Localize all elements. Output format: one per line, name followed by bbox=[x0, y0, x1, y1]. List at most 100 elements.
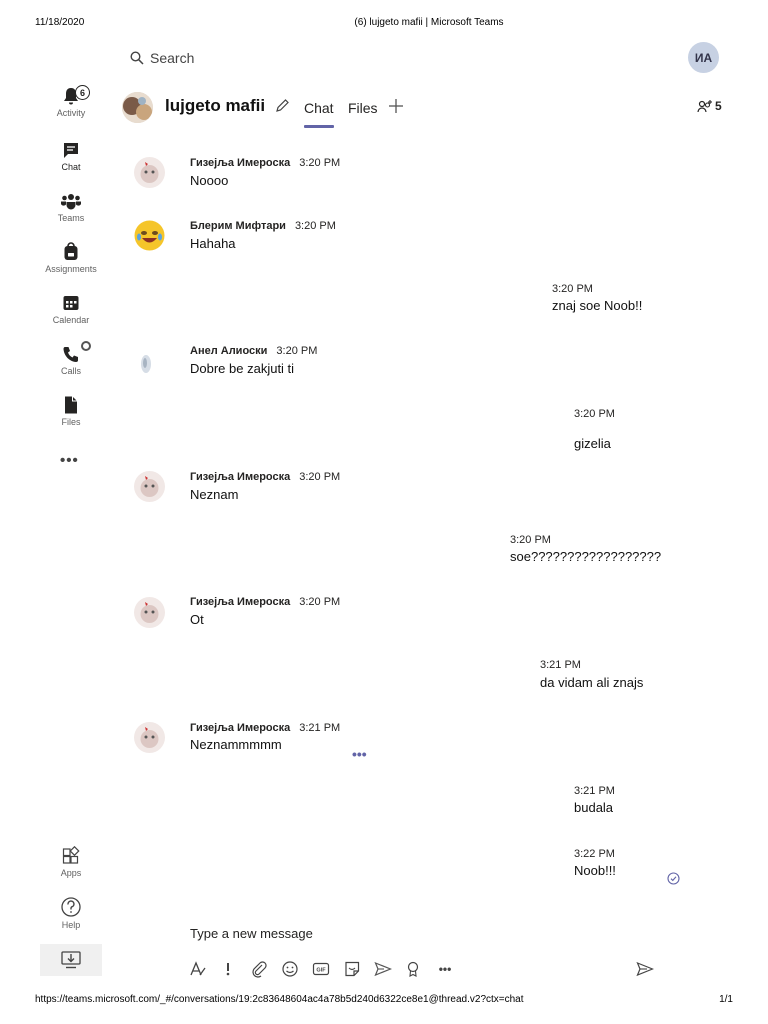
emoji-icon[interactable] bbox=[281, 960, 299, 978]
print-title: (6) lujgeto mafii | Microsoft Teams bbox=[354, 17, 504, 28]
help-icon bbox=[61, 897, 81, 917]
sender-avatar[interactable] bbox=[134, 346, 165, 377]
message-time: 3:20 PM bbox=[299, 471, 341, 483]
rail-item-download[interactable] bbox=[40, 944, 102, 976]
message-text: Hahaha bbox=[190, 236, 236, 251]
sender-avatar[interactable] bbox=[134, 471, 165, 502]
group-avatar bbox=[122, 92, 153, 123]
print-url: https://teams.microsoft.com/_#/conversat… bbox=[35, 994, 524, 1005]
presence-status-icon bbox=[81, 341, 91, 351]
file-icon bbox=[65, 396, 77, 414]
user-avatar[interactable]: ИА bbox=[688, 42, 719, 73]
rail-label-teams: Teams bbox=[57, 213, 85, 223]
sender-name: Анел Алиоски bbox=[190, 345, 268, 357]
sticker-icon[interactable] bbox=[343, 960, 361, 978]
message-time: 3:20 PM bbox=[294, 220, 336, 232]
message-meta: Гизејља Имероска 3:20 PM bbox=[190, 471, 340, 483]
search-input[interactable]: Search bbox=[150, 50, 194, 66]
send-icon[interactable] bbox=[636, 960, 654, 978]
teams-icon bbox=[61, 194, 81, 210]
message-text: Dobre be zakjuti ti bbox=[190, 361, 295, 376]
own-message-text: Noob!!! bbox=[574, 863, 616, 878]
message-time: 3:20 PM bbox=[276, 345, 318, 357]
sender-name: Гизејља Имероска bbox=[190, 471, 291, 483]
chat-icon bbox=[64, 143, 78, 158]
message-time: 3:20 PM bbox=[299, 596, 341, 608]
rail-item-apps[interactable]: Apps bbox=[40, 846, 102, 878]
schedule-meeting-icon[interactable] bbox=[374, 960, 392, 978]
message-input[interactable]: Type a new message bbox=[190, 926, 313, 941]
activity-badge: 6 bbox=[75, 85, 90, 100]
own-message-time: 3:20 PM bbox=[552, 283, 593, 295]
download-icon bbox=[61, 951, 81, 969]
sender-avatar[interactable] bbox=[134, 157, 165, 188]
rail-item-help[interactable]: Help bbox=[40, 896, 102, 930]
rail-item-calendar[interactable]: Calendar bbox=[40, 293, 102, 325]
attach-icon[interactable] bbox=[250, 960, 268, 978]
message-meta: Гизејља Имероска 3:20 PM bbox=[190, 596, 340, 608]
sender-avatar[interactable] bbox=[134, 722, 165, 753]
message-meta: Анел Алиоски 3:20 PM bbox=[190, 345, 317, 357]
own-message-time: 3:22 PM bbox=[574, 848, 615, 860]
message-meta: Блерим Мифтари 3:20 PM bbox=[190, 220, 336, 232]
own-message-time: 3:21 PM bbox=[574, 785, 615, 797]
rail-item-files[interactable]: Files bbox=[40, 395, 102, 427]
own-message-time: 3:20 PM bbox=[510, 534, 551, 546]
rail-label-assignments: Assignments bbox=[45, 264, 97, 274]
tab-chat[interactable]: Chat bbox=[304, 100, 334, 128]
print-footer: https://teams.microsoft.com/_#/conversat… bbox=[0, 994, 768, 1008]
message-time: 3:20 PM bbox=[299, 157, 341, 169]
message-text: Ot bbox=[190, 612, 204, 627]
sender-avatar[interactable] bbox=[134, 220, 165, 251]
message-time: 3:21 PM bbox=[299, 722, 341, 734]
rail-item-assignments[interactable]: Assignments bbox=[40, 242, 102, 274]
rail-item-chat[interactable]: Chat bbox=[40, 140, 102, 172]
more-options-icon[interactable]: ••• bbox=[436, 960, 454, 978]
print-page-number: 1/1 bbox=[719, 994, 733, 1005]
rail-label-help: Help bbox=[61, 920, 81, 930]
important-icon[interactable] bbox=[219, 960, 237, 978]
rail-label-calls: Calls bbox=[60, 366, 81, 376]
format-icon[interactable] bbox=[189, 960, 207, 978]
participants-button[interactable]: 5 bbox=[697, 99, 722, 113]
rail-label-activity: Activity bbox=[56, 108, 86, 118]
rail-item-teams[interactable]: Teams bbox=[40, 191, 102, 223]
own-message-text: soe?????????????????? bbox=[510, 549, 662, 564]
own-message-text: da vidam ali znajs bbox=[540, 675, 644, 690]
own-message-text: znaj soe Noob!! bbox=[552, 298, 643, 313]
rail-item-activity[interactable]: 6 Activity bbox=[40, 85, 102, 118]
own-message-time: 3:21 PM bbox=[540, 659, 581, 671]
edit-pencil-icon[interactable] bbox=[275, 98, 290, 113]
search-icon bbox=[130, 51, 144, 65]
apps-icon bbox=[62, 846, 80, 864]
sender-name: Гизејља Имероска bbox=[190, 157, 291, 169]
phone-icon bbox=[63, 347, 78, 362]
message-more-options-button[interactable]: ••• bbox=[352, 746, 367, 762]
rail-label-calendar: Calendar bbox=[52, 315, 90, 325]
own-message-time: 3:20 PM bbox=[574, 408, 615, 420]
sender-name: Гизејља Имероска bbox=[190, 722, 291, 734]
rail-item-calls[interactable]: Calls bbox=[40, 341, 102, 376]
people-add-icon bbox=[697, 100, 712, 113]
rail-label-chat: Chat bbox=[61, 162, 81, 172]
tab-files[interactable]: Files bbox=[348, 100, 378, 116]
search-box[interactable]: Search bbox=[130, 48, 194, 68]
seen-check-icon bbox=[667, 872, 680, 885]
sender-avatar[interactable] bbox=[134, 597, 165, 628]
own-message-text: budala bbox=[574, 800, 614, 815]
add-tab-icon[interactable] bbox=[388, 98, 404, 114]
rail-more-button[interactable]: ••• bbox=[60, 452, 79, 469]
rail-label-files: Files bbox=[61, 417, 81, 427]
message-meta: Гизејља Имероска 3:20 PM bbox=[190, 157, 340, 169]
message-text: Noooo bbox=[190, 173, 229, 188]
praise-icon[interactable] bbox=[404, 960, 422, 978]
print-header: 11/18/2020 (6) lujgeto mafii | Microsoft… bbox=[0, 17, 768, 31]
message-meta: Гизејља Имероска 3:21 PM bbox=[190, 722, 340, 734]
sender-name: Блерим Мифтари bbox=[190, 220, 286, 232]
message-text: Neznam bbox=[190, 487, 239, 502]
gif-icon[interactable]: GIF bbox=[312, 960, 330, 978]
chat-title: lujgeto mafii bbox=[165, 96, 266, 115]
rail-label-apps: Apps bbox=[60, 868, 82, 878]
own-message-text: gizelia bbox=[574, 436, 611, 451]
participant-count: 5 bbox=[715, 99, 722, 113]
